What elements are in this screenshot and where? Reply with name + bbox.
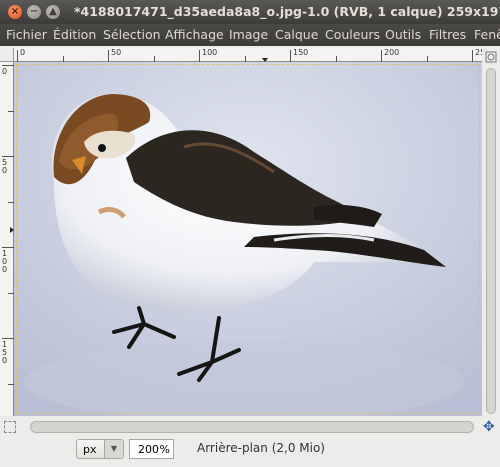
- horizontal-scrollbar[interactable]: [30, 421, 474, 433]
- vertical-scroll-thumb[interactable]: [486, 68, 496, 414]
- unit-select[interactable]: px ▼: [76, 439, 124, 459]
- navigate-icon[interactable]: ✥: [483, 420, 495, 434]
- chevron-down-icon: ▼: [104, 440, 123, 458]
- image-boundary: [16, 64, 480, 414]
- menu-affichage[interactable]: Affichage: [165, 27, 224, 42]
- horizontal-scroll-row: ✥: [0, 417, 500, 437]
- menu-calque[interactable]: Calque: [275, 27, 318, 42]
- vruler-label-150: 150: [2, 340, 8, 365]
- title-bar: × − ▲ *4188017471_d35aeda8a8_o.jpg-1.0 (…: [0, 0, 500, 24]
- quick-mask-icon[interactable]: [4, 421, 16, 433]
- menu-edition[interactable]: Édition: [53, 27, 96, 42]
- window-title: *4188017471_d35aeda8a8_o.jpg-1.0 (RVB, 1…: [74, 4, 500, 19]
- menu-bar: Fichier Édition Sélection Affichage Imag…: [0, 24, 500, 46]
- menu-fichier[interactable]: Fichier: [6, 27, 47, 42]
- zoom-percent: %: [159, 443, 170, 456]
- vertical-scrollbar[interactable]: [482, 66, 500, 416]
- vruler-label-100: 100: [2, 249, 8, 274]
- hruler-label-0: 0: [20, 48, 26, 57]
- layer-info: Arrière-plan (2,0 Mio): [197, 441, 325, 455]
- menu-fenetres[interactable]: Fenê: [474, 27, 500, 42]
- vruler-label-0: 0: [2, 67, 8, 76]
- menu-filtres[interactable]: Filtres: [429, 27, 466, 42]
- zoom-value: 200: [138, 443, 159, 456]
- menu-image[interactable]: Image: [229, 27, 268, 42]
- close-icon: ×: [10, 6, 20, 17]
- menu-outils[interactable]: Outils: [385, 27, 421, 42]
- minimize-icon: −: [29, 6, 39, 17]
- maximize-icon: ▲: [49, 6, 57, 17]
- maximize-window-button[interactable]: ▲: [46, 5, 60, 19]
- ruler-corner[interactable]: [0, 48, 14, 62]
- menu-couleurs[interactable]: Couleurs: [325, 27, 380, 42]
- minimize-window-button[interactable]: −: [27, 5, 41, 19]
- zoom-field[interactable]: 200 %: [129, 439, 174, 459]
- hruler-label-200: 200: [384, 48, 400, 57]
- horizontal-ruler[interactable]: 0 50 100 150 200 250: [14, 48, 490, 62]
- hruler-label-100: 100: [202, 48, 218, 57]
- vertical-ruler[interactable]: 0 50 100 150: [0, 62, 14, 416]
- hruler-label-150: 150: [293, 48, 309, 57]
- vruler-label-50: 50: [2, 158, 8, 175]
- menu-selection[interactable]: Sélection: [103, 27, 161, 42]
- image-canvas[interactable]: [14, 62, 482, 416]
- hruler-label-50: 50: [111, 48, 122, 57]
- zoom-on-resize-toggle[interactable]: [482, 48, 500, 66]
- close-window-button[interactable]: ×: [8, 5, 22, 19]
- unit-value: px: [83, 443, 97, 456]
